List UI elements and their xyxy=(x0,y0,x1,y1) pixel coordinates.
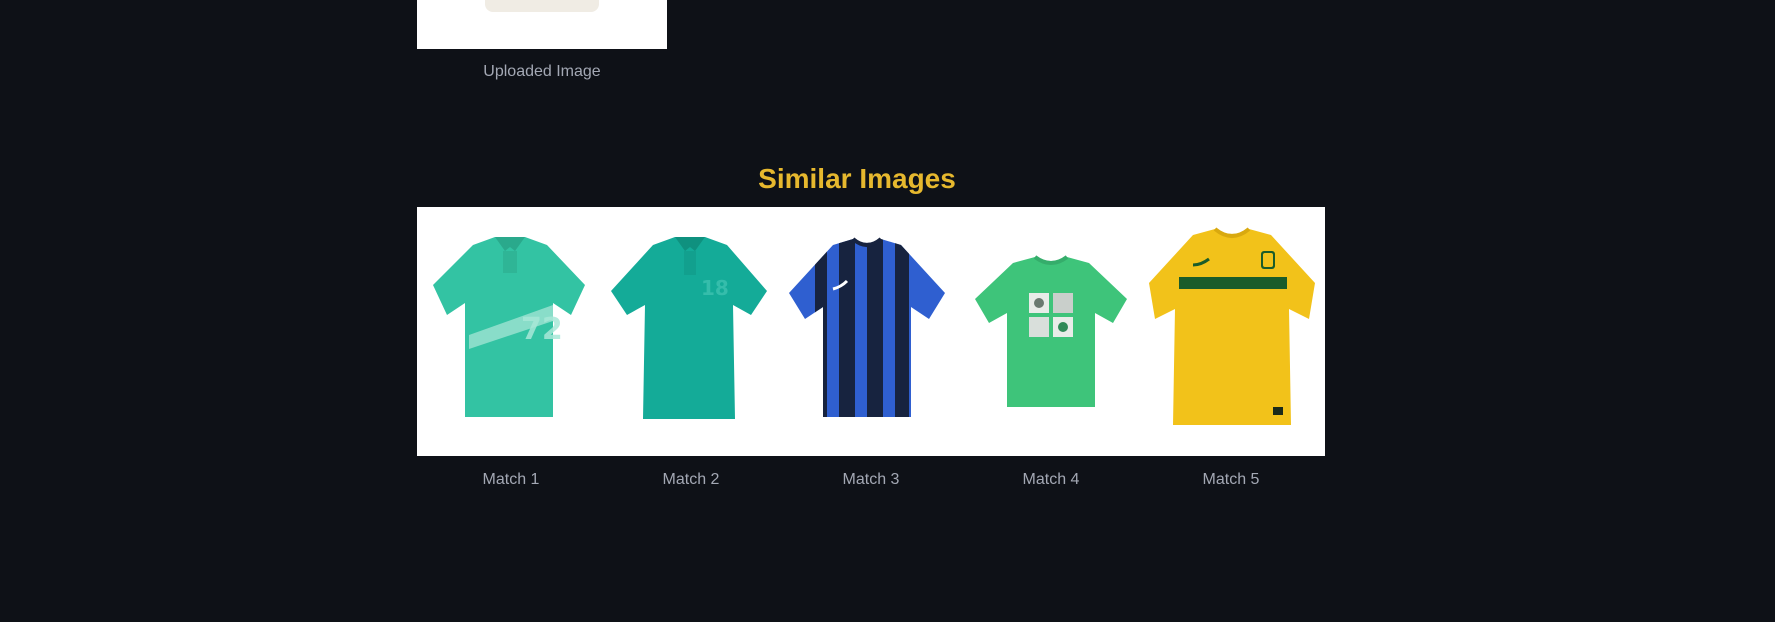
app-page: Uploaded Image Similar Images 72 18 Matc… xyxy=(0,0,1775,622)
uploaded-image-caption: Uploaded Image xyxy=(483,63,601,80)
match-1-caption: Match 1 xyxy=(482,471,540,488)
match-1-image: 72 xyxy=(425,207,595,456)
svg-text:18: 18 xyxy=(701,276,729,300)
match-4-image xyxy=(961,207,1141,456)
match-3-image xyxy=(781,207,953,456)
match-4-caption: Match 4 xyxy=(1022,471,1080,488)
similar-images-strip: 72 18 xyxy=(417,207,1325,456)
match-5-image xyxy=(1143,207,1321,456)
similar-images-heading: Similar Images xyxy=(758,163,956,194)
svg-text:72: 72 xyxy=(521,312,563,347)
match-2-image: 18 xyxy=(605,207,775,456)
uploaded-shirt-bottom xyxy=(485,0,599,12)
match-2-caption: Match 2 xyxy=(662,471,720,488)
uploaded-image xyxy=(417,0,667,49)
match-3-caption: Match 3 xyxy=(842,471,900,488)
match-5-caption: Match 5 xyxy=(1202,471,1260,488)
